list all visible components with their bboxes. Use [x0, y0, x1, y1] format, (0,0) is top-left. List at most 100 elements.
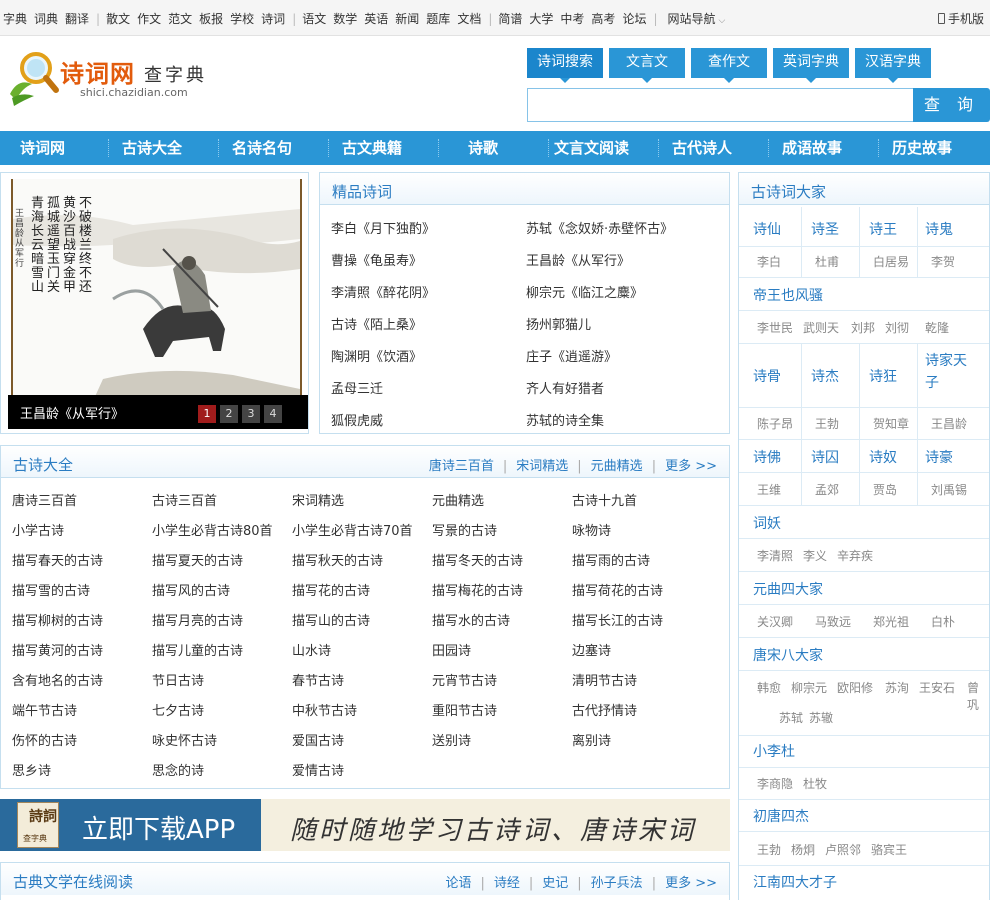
poet-name[interactable]: 郑光祖 [873, 613, 909, 630]
tab-chinese-dict[interactable]: 汉语字典 [855, 48, 931, 83]
poet-name[interactable]: 卢照邻 [825, 841, 861, 858]
panel-link[interactable]: 宋词精选 [516, 455, 568, 474]
top-link[interactable]: 字典 [3, 10, 27, 27]
poet-name[interactable]: 孟郊 [815, 481, 839, 498]
gushi-item[interactable]: 描写秋天的古诗 [292, 550, 383, 569]
top-link[interactable]: 简谱 [498, 10, 522, 27]
poet-name[interactable]: 李世民 [757, 319, 793, 336]
poet-name[interactable]: 李清照 [757, 547, 793, 564]
featured-item[interactable]: 狐假虎威 [331, 410, 383, 429]
gushi-item[interactable]: 爱国古诗 [292, 730, 344, 749]
featured-item[interactable]: 扬州郭猫儿 [526, 314, 591, 333]
gushi-item[interactable]: 描写雪的古诗 [12, 580, 90, 599]
poet-name[interactable]: 杨炯 [791, 841, 815, 858]
poet-category[interactable]: 诗佛 [753, 447, 781, 467]
gushi-item[interactable]: 春节古诗 [292, 670, 344, 689]
gushi-item[interactable]: 田园诗 [432, 640, 471, 659]
gushi-item[interactable]: 咏物诗 [572, 520, 611, 539]
featured-item[interactable]: 柳宗元《临江之麋》 [526, 282, 643, 301]
poet-name[interactable]: 关汉卿 [757, 613, 793, 630]
featured-item[interactable]: 陶渊明《饮酒》 [331, 346, 422, 365]
top-link[interactable]: 新闻 [395, 10, 419, 27]
gushi-item[interactable]: 唐诗三百首 [12, 490, 77, 509]
poet-category[interactable]: 诗杰 [811, 366, 839, 386]
top-link[interactable]: 大学 [529, 10, 553, 27]
gushi-item[interactable]: 小学生必背古诗80首 [152, 520, 273, 539]
featured-item[interactable]: 王昌龄《从军行》 [526, 250, 630, 269]
search-button[interactable]: 查 询 [913, 88, 990, 122]
panel-link[interactable]: 诗经 [494, 872, 520, 891]
gushi-item[interactable]: 古诗十九首 [572, 490, 637, 509]
top-link[interactable]: 范文 [168, 10, 192, 27]
poet-name[interactable]: 刘彻 [885, 319, 909, 336]
top-link[interactable]: 中考 [560, 10, 584, 27]
top-link[interactable]: 语文 [302, 10, 326, 27]
top-link[interactable]: 高考 [591, 10, 615, 27]
top-link[interactable]: 文档 [457, 10, 481, 27]
featured-item[interactable]: 苏轼的诗全集 [526, 410, 604, 429]
poet-name[interactable]: 刘邦 [851, 319, 875, 336]
poet-group-title[interactable]: 元曲四大家 [753, 579, 823, 599]
top-link[interactable]: 词典 [34, 10, 58, 27]
poet-name[interactable]: 王维 [757, 481, 781, 498]
gushi-item[interactable]: 描写柳树的古诗 [12, 610, 103, 629]
poet-name[interactable]: 王安石 [919, 679, 955, 696]
slide-image[interactable]: 青海长云暗雪山 孤城遥望玉门关 黄沙百战穿金甲 不破楼兰终不还 王昌龄从军行 [11, 179, 302, 401]
slide-page-4[interactable]: 4 [264, 405, 282, 423]
gushi-item[interactable]: 描写长江的古诗 [572, 610, 663, 629]
featured-item[interactable]: 齐人有好猎者 [526, 378, 604, 397]
panel-link[interactable]: 论语 [445, 872, 471, 891]
gushi-item[interactable]: 七夕古诗 [152, 700, 204, 719]
nav-item-idioms[interactable]: 成语故事 [782, 131, 842, 165]
poet-name[interactable]: 李贺 [931, 253, 955, 270]
featured-item[interactable]: 孟母三迁 [331, 378, 383, 397]
slide-page-1[interactable]: 1 [198, 405, 216, 423]
poet-name[interactable]: 苏辙 [809, 709, 833, 726]
featured-item[interactable]: 李白《月下独酌》 [331, 218, 435, 237]
panel-link[interactable]: 史记 [542, 872, 568, 891]
gushi-item[interactable]: 描写雨的古诗 [572, 550, 650, 569]
app-banner[interactable]: 詩詞 查字典 立即下载APP 随时随地学习古诗词、唐诗宋词 [0, 799, 730, 851]
gushi-item[interactable]: 思乡诗 [12, 760, 51, 779]
gushi-item[interactable]: 古代抒情诗 [572, 700, 637, 719]
nav-item-wenyanwen[interactable]: 文言文阅读 [554, 131, 629, 165]
poet-name[interactable]: 杜甫 [815, 253, 839, 270]
gushi-item[interactable]: 小学生必背古诗70首 [292, 520, 413, 539]
poet-category[interactable]: 诗骨 [753, 366, 781, 386]
top-link[interactable]: 论坛 [622, 10, 646, 27]
gushi-item[interactable]: 古诗三百首 [152, 490, 217, 509]
panel-link[interactable]: 孙子兵法 [591, 872, 643, 891]
search-input[interactable] [527, 88, 917, 122]
top-link[interactable]: 数学 [333, 10, 357, 27]
poet-name[interactable]: 辛弃疾 [837, 547, 873, 564]
gushi-item[interactable]: 宋词精选 [292, 490, 344, 509]
poet-category[interactable]: 诗王 [869, 219, 897, 239]
poet-name[interactable]: 杜牧 [803, 775, 827, 792]
poet-group-title[interactable]: 帝王也风骚 [753, 285, 823, 305]
poet-name[interactable]: 骆宾王 [871, 841, 907, 858]
site-logo[interactable]: 诗词网 查字典 shici.chazidian.com [6, 48, 236, 108]
gushi-item[interactable]: 描写黄河的古诗 [12, 640, 103, 659]
poet-name[interactable]: 王勃 [757, 841, 781, 858]
poet-category[interactable]: 诗鬼 [925, 219, 953, 239]
poet-category[interactable]: 诗奴 [869, 447, 897, 467]
top-link[interactable]: 题库 [426, 10, 450, 27]
poet-name[interactable]: 陈子昂 [757, 415, 793, 432]
top-link[interactable]: 诗词 [261, 10, 285, 27]
poet-name[interactable]: 苏洵 [885, 679, 909, 696]
poet-name[interactable]: 韩愈 [757, 679, 781, 696]
poet-category[interactable]: 诗家天子 [925, 350, 969, 394]
poet-name[interactable]: 王昌龄 [931, 415, 967, 432]
more-link[interactable]: 更多 >> [665, 872, 717, 891]
panel-link[interactable]: 元曲精选 [591, 455, 643, 474]
gushi-item[interactable]: 小学古诗 [12, 520, 64, 539]
poet-group-title[interactable]: 词妖 [753, 513, 781, 533]
gushi-item[interactable]: 元宵节古诗 [432, 670, 497, 689]
gushi-item[interactable]: 送别诗 [432, 730, 471, 749]
gushi-item[interactable]: 山水诗 [292, 640, 331, 659]
featured-item[interactable]: 苏轼《念奴娇·赤壁怀古》 [526, 218, 673, 237]
tab-english-dict[interactable]: 英词字典 [773, 48, 849, 83]
panel-link[interactable]: 唐诗三百首 [429, 455, 494, 474]
top-link[interactable]: 学校 [230, 10, 254, 27]
poet-name[interactable]: 乾隆 [925, 319, 949, 336]
